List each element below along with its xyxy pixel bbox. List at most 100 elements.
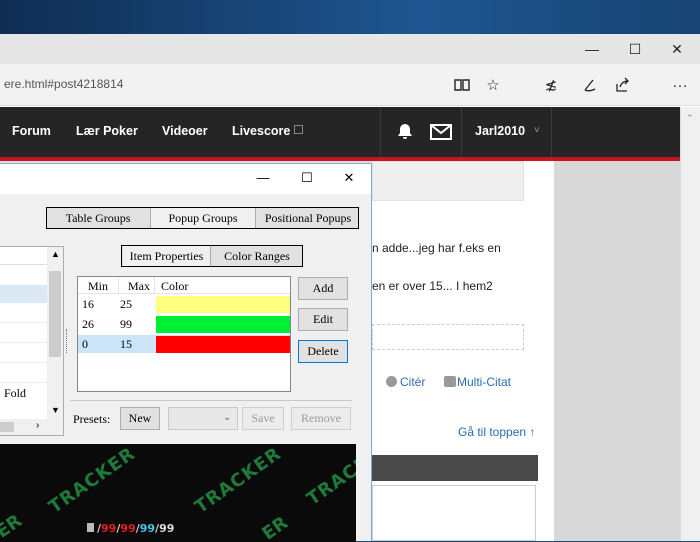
list-item[interactable] — [0, 285, 48, 303]
nav-divider — [461, 107, 462, 157]
delete-button[interactable]: Delete — [298, 340, 348, 363]
nav-forum[interactable]: Forum — [12, 124, 51, 138]
stat-value: 99 — [120, 522, 136, 535]
tab-positional-popups[interactable]: Positional Popups — [258, 208, 358, 228]
cell-max: 25 — [120, 297, 132, 311]
nav-divider — [380, 107, 381, 157]
to-top-link[interactable]: Gå til toppen ↑ — [458, 425, 535, 439]
popup-close-button[interactable]: ✕ — [334, 170, 364, 186]
nav-videoer[interactable]: Videoer — [162, 124, 208, 138]
page-scrollbar[interactable]: ⌃ — [680, 107, 700, 541]
post-text-line: en er over 15... I hem2 — [372, 279, 493, 293]
list-hscrollbar[interactable]: › — [0, 419, 63, 435]
table-row[interactable]: 16 25 — [78, 295, 290, 313]
hud-stats: /99/99/99/99 — [97, 522, 174, 535]
table-row-selected[interactable]: 0 15 — [78, 335, 290, 353]
add-button[interactable]: Add — [298, 277, 348, 300]
close-button[interactable]: ✕ — [654, 34, 700, 64]
chevron-down-icon: ⌄ — [223, 412, 232, 423]
tab-popup-groups[interactable]: Popup Groups — [150, 208, 256, 228]
site-navbar: Forum Lær Poker Videoer Livescore Jarl20… — [0, 107, 680, 157]
cell-color-swatch[interactable] — [156, 296, 290, 313]
popup-editor-window: — ☐ ✕ Table Groups Popup Groups Position… — [0, 163, 372, 542]
list-header — [0, 247, 48, 265]
signature-box — [372, 324, 524, 350]
more-icon[interactable]: ··· — [668, 74, 692, 96]
nav-divider — [551, 107, 552, 157]
mail-icon[interactable] — [430, 124, 452, 143]
hscroll-thumb[interactable] — [0, 422, 14, 432]
player-icon — [87, 523, 94, 532]
quote-icon[interactable] — [386, 376, 397, 387]
column-divider — [154, 277, 155, 294]
scroll-thumb[interactable] — [49, 271, 61, 357]
table-row[interactable]: 26 99 — [78, 315, 290, 333]
nav-livescore[interactable]: Livescore — [232, 124, 290, 138]
preset-save-button[interactable]: Save — [242, 407, 284, 430]
post-text-line: n adde...jeg har f.eks en — [372, 241, 501, 255]
post-content: n adde...jeg har f.eks en en er over 15.… — [372, 161, 554, 541]
edit-button[interactable]: Edit — [298, 308, 348, 331]
chevron-down-icon[interactable]: ˅ — [534, 125, 540, 136]
favorites-list-icon[interactable]: ≴ — [539, 74, 563, 96]
popup-minimize-button[interactable]: — — [248, 170, 278, 185]
list-item[interactable] — [0, 305, 48, 323]
favorite-star-icon[interactable]: ☆ — [481, 74, 505, 96]
reply-box[interactable] — [372, 485, 536, 541]
cell-color-swatch[interactable] — [156, 336, 290, 353]
cell-min: 16 — [82, 297, 94, 311]
presets-label: Presets: — [73, 412, 111, 426]
minimize-button[interactable]: — — [569, 34, 615, 64]
pen-icon[interactable] — [578, 74, 602, 96]
list-item[interactable] — [0, 325, 48, 343]
popup-preview-panel: TRACKER TRACKER TRACKER ER ER /99/99/99/… — [0, 444, 356, 542]
list-vscrollbar[interactable]: ▲ ▼ — [47, 247, 63, 419]
bell-icon[interactable] — [396, 122, 414, 143]
reading-view-icon[interactable] — [450, 74, 474, 96]
user-menu[interactable]: Jarl2010 — [475, 124, 525, 138]
quote-link[interactable]: Citér — [400, 375, 425, 389]
maximize-button[interactable]: ☐ — [612, 34, 658, 64]
watermark-text: TRACKER — [191, 444, 286, 518]
share-icon[interactable] — [611, 74, 635, 96]
table-header: Min Max Color — [78, 277, 290, 294]
scroll-right-icon[interactable]: › — [36, 420, 39, 431]
column-header-min[interactable]: Min — [88, 279, 108, 294]
preset-new-button[interactable]: New — [120, 407, 160, 430]
multiquote-link[interactable]: Multi-Citat — [457, 375, 511, 389]
scroll-up-icon[interactable]: ⌃ — [686, 113, 694, 124]
list-item[interactable] — [0, 345, 48, 363]
watermark-text: ER — [258, 512, 292, 542]
tab-color-ranges[interactable]: Color Ranges — [213, 246, 301, 266]
column-divider — [118, 277, 119, 294]
column-header-color[interactable]: Color — [161, 279, 188, 294]
watermark-text: TRACKER — [45, 444, 140, 518]
stat-value: 99 — [101, 522, 117, 535]
tab-item-properties[interactable]: Item Properties — [123, 246, 211, 266]
list-item[interactable] — [0, 365, 48, 383]
tab-table-groups[interactable]: Table Groups — [48, 208, 148, 228]
color-range-table: Min Max Color 16 25 26 99 0 15 — [77, 276, 291, 392]
cell-max: 99 — [120, 317, 132, 331]
column-header-max[interactable]: Max — [128, 279, 150, 294]
cell-color-swatch[interactable] — [156, 316, 290, 333]
popup-maximize-button[interactable]: ☐ — [292, 170, 322, 186]
scroll-down-icon[interactable]: ▼ — [51, 405, 60, 415]
preset-select[interactable]: ⌄ — [168, 407, 238, 430]
popup-titlebar: — ☐ ✕ — [0, 164, 371, 194]
list-item-fold[interactable]: Fold — [4, 386, 26, 401]
cell-max: 15 — [120, 337, 132, 351]
splitter-handle[interactable] — [66, 329, 69, 353]
post-header — [372, 161, 524, 201]
multiquote-icon[interactable] — [444, 376, 456, 387]
external-link-icon — [294, 125, 303, 134]
sidebar-gutter — [554, 161, 680, 541]
scroll-up-icon[interactable]: ▲ — [51, 249, 60, 259]
preset-remove-button[interactable]: Remove — [291, 407, 351, 430]
browser-titlebar: — ☐ ✕ — [0, 34, 700, 64]
nav-laer-poker[interactable]: Lær Poker — [76, 124, 138, 138]
url-field[interactable]: ere.html#post4218814 — [4, 77, 123, 91]
popup-list: Fold ▲ ▼ › — [0, 246, 64, 436]
stat-value: 99 — [159, 522, 175, 535]
watermark-text: TRACKER — [303, 444, 356, 510]
